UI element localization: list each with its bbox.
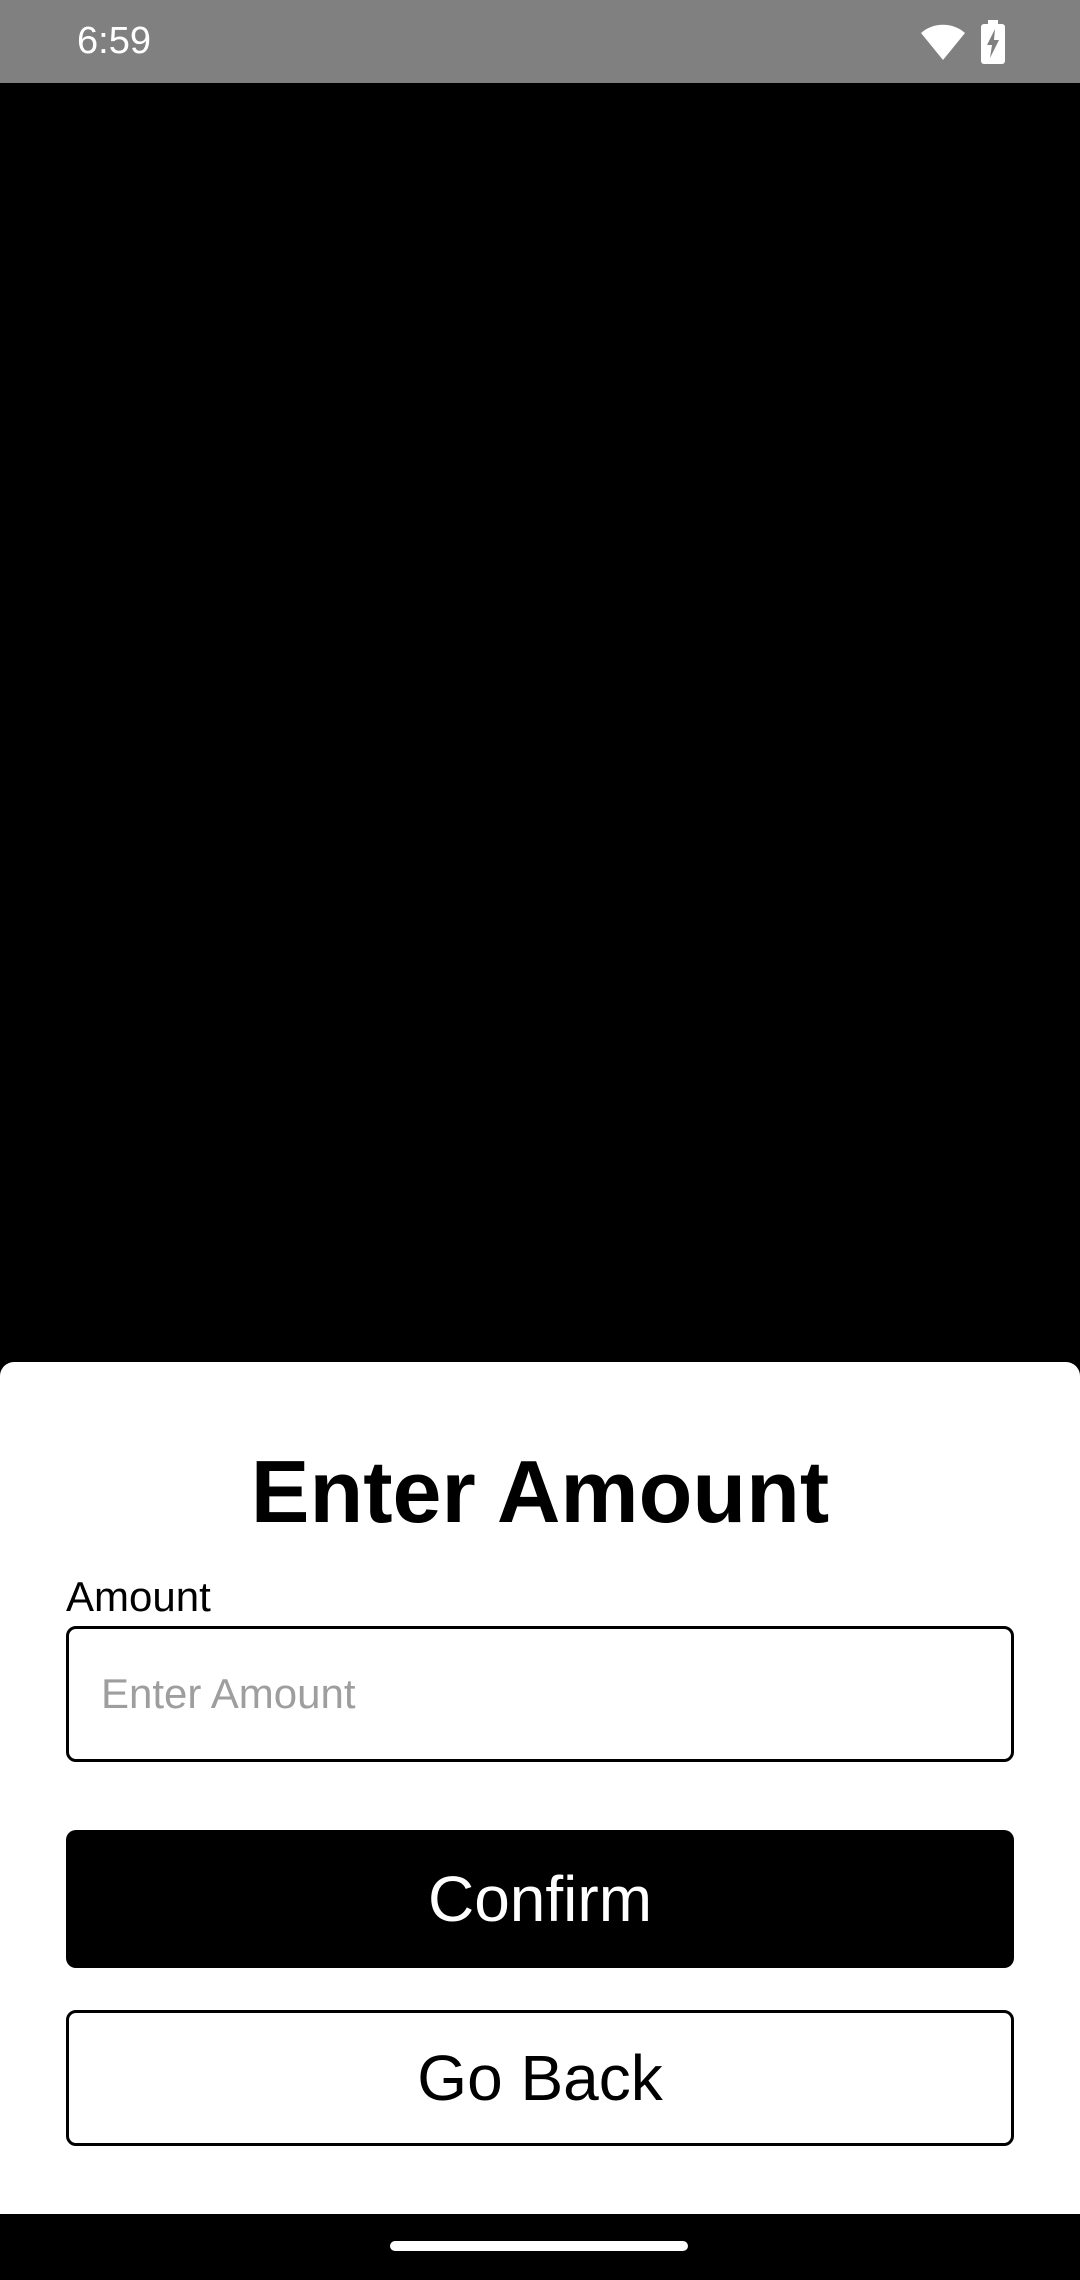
amount-input[interactable] bbox=[66, 1626, 1014, 1762]
sheet-title: Enter Amount bbox=[250, 1442, 830, 1541]
dimmed-backdrop[interactable] bbox=[0, 83, 1080, 1363]
screen: 6:59 Enter Amount Amount Confirm Go Back bbox=[0, 0, 1080, 2280]
amount-bottom-sheet: Enter Amount Amount Confirm Go Back bbox=[0, 1362, 1080, 2214]
amount-label: Amount bbox=[66, 1573, 211, 1620]
navigation-bar bbox=[0, 2214, 1080, 2280]
battery-charging-icon bbox=[981, 20, 1005, 64]
wifi-icon bbox=[921, 24, 965, 60]
status-bar: 6:59 bbox=[0, 0, 1080, 83]
go-back-button[interactable]: Go Back bbox=[66, 2010, 1014, 2146]
status-time: 6:59 bbox=[77, 20, 151, 62]
home-indicator[interactable] bbox=[390, 2241, 688, 2251]
confirm-button[interactable]: Confirm bbox=[66, 1830, 1014, 1968]
